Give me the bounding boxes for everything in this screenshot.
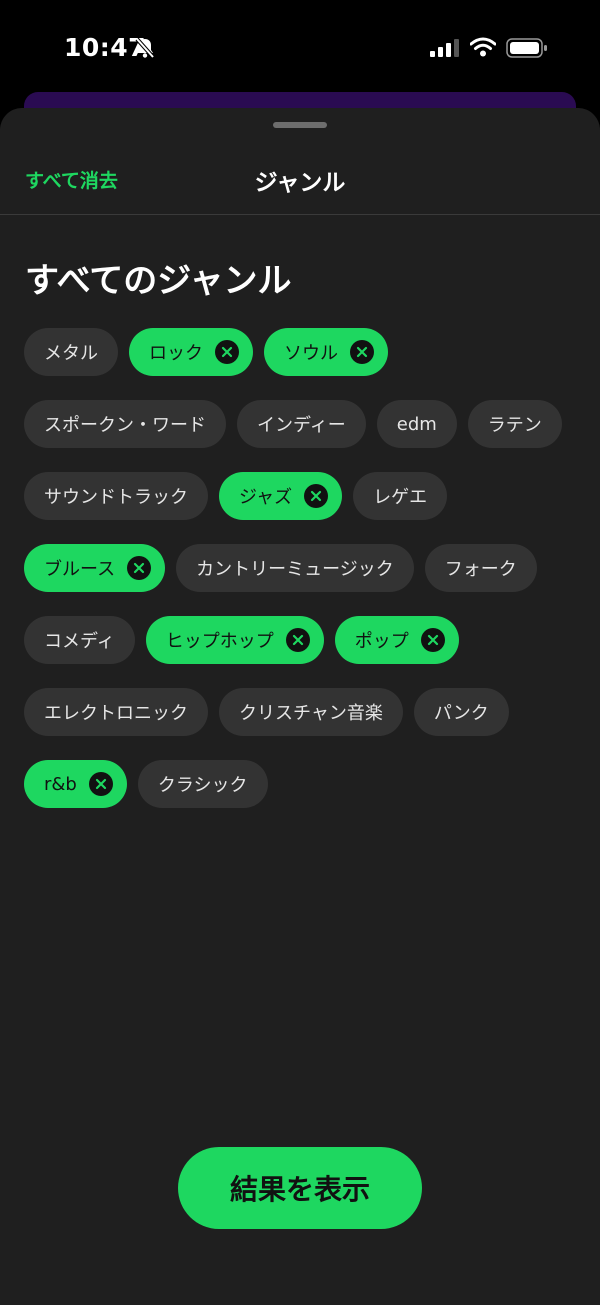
genre-chip-label: ロック: [149, 343, 203, 364]
genre-chip-label: クラシック: [157, 775, 248, 796]
show-results-button[interactable]: 結果を表示: [178, 1147, 422, 1229]
sheet-grabber[interactable]: [273, 122, 327, 128]
genre-chip[interactable]: ポップ: [334, 616, 459, 664]
bell-slash-icon: [135, 37, 155, 63]
genre-chip[interactable]: ブルース: [24, 544, 166, 592]
remove-icon[interactable]: [88, 772, 113, 796]
genre-chip-label: ソウル: [284, 343, 338, 364]
signal-icon: [430, 39, 460, 61]
genre-chip[interactable]: サウンドトラック: [24, 472, 208, 520]
genre-chip-label: サウンドトラック: [44, 487, 188, 508]
genre-chip[interactable]: メタル: [24, 328, 118, 376]
remove-icon[interactable]: [420, 628, 445, 652]
genre-chip[interactable]: ラテン: [467, 400, 562, 448]
genre-chip-label: カントリーミュージック: [196, 559, 394, 580]
sheet-title: ジャンル: [254, 170, 346, 196]
genre-chip-label: ジャズ: [239, 487, 293, 508]
wifi-icon: [469, 37, 497, 61]
genre-chip[interactable]: ロック: [129, 328, 253, 376]
genre-chip-label: クリスチャン音楽: [239, 703, 383, 724]
genre-chip[interactable]: ヒップホップ: [145, 616, 324, 664]
genre-chip-label: コメディ: [44, 631, 115, 652]
genre-chip-label: edm: [396, 413, 437, 435]
genre-chip-list: メタル ロック ソウルスポークン・ワード インディー edm ラテンサウンドトラック ジャズ…: [24, 328, 584, 808]
genre-chip-label: スポークン・ワード: [44, 415, 206, 436]
genre-chip-label: インディー: [257, 415, 346, 436]
genre-chip-label: ブルース: [44, 559, 116, 580]
genre-chip[interactable]: カントリーミュージック: [176, 544, 414, 592]
genre-chip[interactable]: ソウル: [264, 328, 388, 376]
genre-chip[interactable]: フォーク: [424, 544, 537, 592]
section-title: すべてのジャンル: [25, 261, 292, 301]
genre-chip-label: ラテン: [487, 415, 542, 436]
genre-chip-label: フォーク: [444, 559, 517, 580]
divider: [0, 214, 600, 215]
genre-chip[interactable]: レゲエ: [353, 472, 448, 520]
genre-chip-label: メタル: [44, 343, 98, 364]
status-bar: 10:47: [0, 0, 600, 92]
remove-icon[interactable]: [127, 556, 152, 580]
genre-chip[interactable]: エレクトロニック: [24, 688, 208, 736]
genre-chip-label: パンク: [433, 703, 489, 724]
genre-chip[interactable]: パンク: [413, 688, 509, 736]
remove-icon[interactable]: [215, 340, 239, 364]
genre-chip[interactable]: ジャズ: [219, 472, 343, 520]
genre-chip[interactable]: インディー: [237, 400, 366, 448]
genre-chip-label: r&b: [44, 773, 77, 795]
remove-icon[interactable]: [350, 340, 374, 364]
genre-chip[interactable]: r&b: [24, 760, 127, 808]
genre-chip[interactable]: クラシック: [137, 760, 268, 808]
genre-chip-label: レゲエ: [373, 487, 428, 508]
battery-icon: [506, 38, 548, 62]
genre-chip[interactable]: スポークン・ワード: [24, 400, 226, 448]
genre-chip[interactable]: コメディ: [24, 616, 135, 664]
genre-chip-label: ヒップホップ: [165, 631, 274, 652]
genre-chip[interactable]: edm: [376, 400, 457, 448]
genre-chip[interactable]: クリスチャン音楽: [219, 688, 403, 736]
genre-chip-label: エレクトロニック: [44, 703, 188, 724]
remove-icon[interactable]: [285, 628, 310, 652]
status-time: 10:47: [64, 33, 147, 62]
genre-chip-label: ポップ: [354, 631, 409, 652]
genre-filter-sheet: すべて消去 ジャンル すべてのジャンル メタル ロック ソウル スポークン・ワード イン…: [0, 108, 600, 1305]
remove-icon[interactable]: [304, 484, 329, 508]
